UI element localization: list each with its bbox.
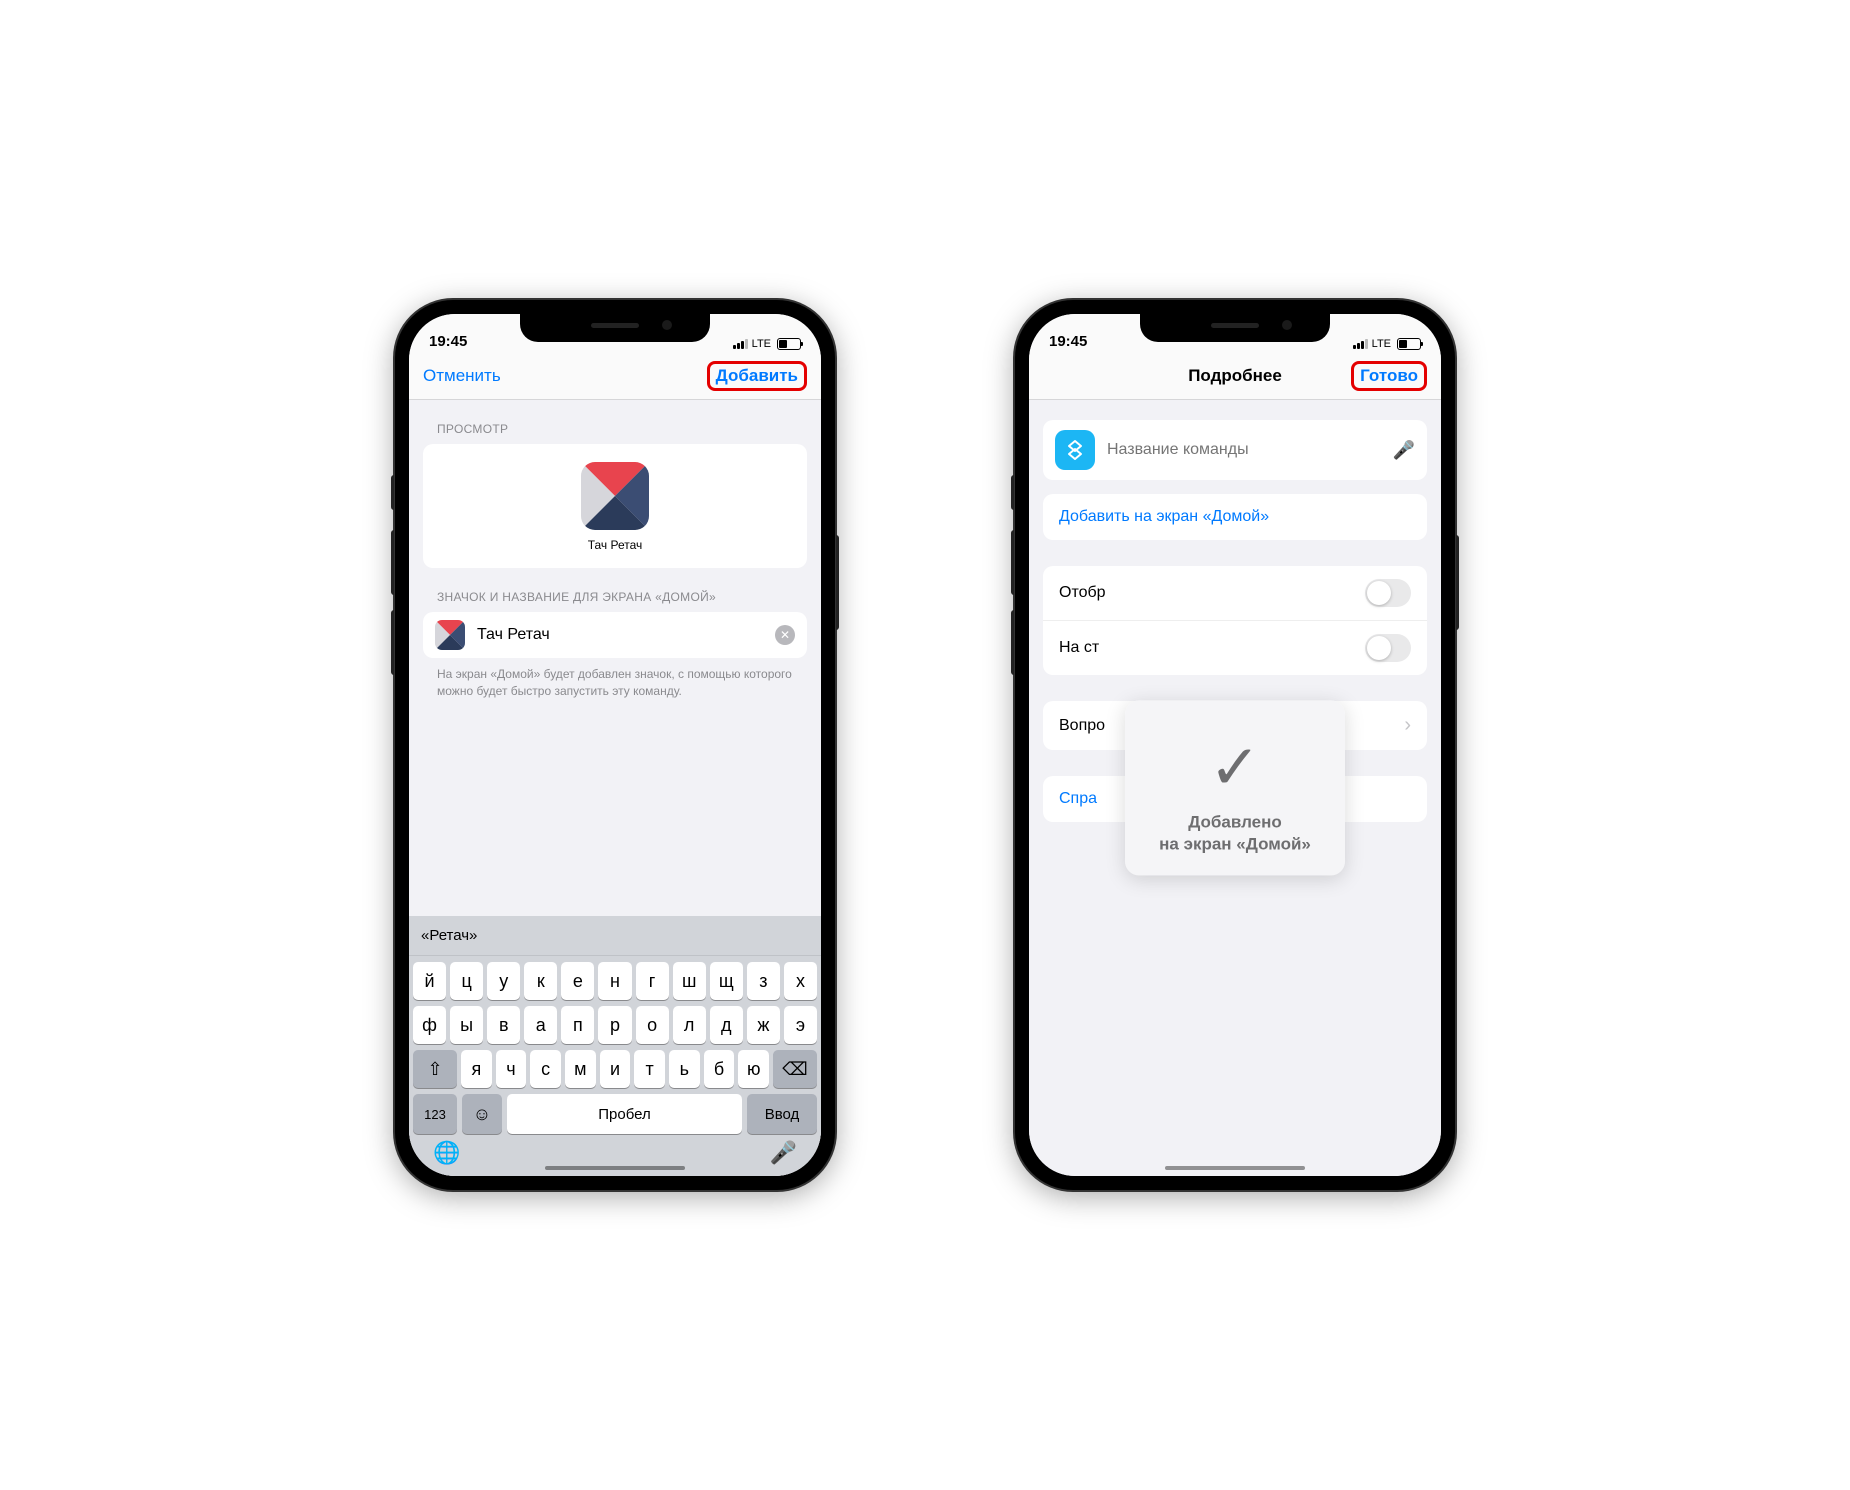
key-ш[interactable]: ш <box>673 962 706 1000</box>
chevron-right-icon: › <box>1404 714 1411 737</box>
key-ц[interactable]: ц <box>450 962 483 1000</box>
preview-label: Тач Ретач <box>588 538 643 552</box>
command-name-input[interactable] <box>1107 441 1381 459</box>
mic-icon[interactable]: 🎤 <box>1393 440 1415 461</box>
battery-icon <box>777 338 801 350</box>
notch <box>520 314 710 342</box>
home-indicator <box>1165 1166 1305 1170</box>
checkmark-icon: ✓ <box>1209 730 1261 803</box>
battery-icon <box>1397 338 1421 350</box>
keyboard-suggestion[interactable]: «Ретач» <box>409 916 821 956</box>
on-page-row[interactable]: На ст <box>1043 621 1427 675</box>
key-в[interactable]: в <box>487 1006 520 1044</box>
key-щ[interactable]: щ <box>710 962 743 1000</box>
shortcut-name-card: 🎤 <box>1043 420 1427 480</box>
add-to-home-link[interactable]: Добавить на экран «Домой» <box>1043 494 1427 540</box>
overlay-text: Добавлено на экран «Домой» <box>1159 811 1311 855</box>
key-н[interactable]: н <box>598 962 631 1000</box>
key-т[interactable]: т <box>634 1050 665 1088</box>
key-к[interactable]: к <box>524 962 557 1000</box>
key-ь[interactable]: ь <box>669 1050 700 1088</box>
toggle-list: Отобр На ст <box>1043 566 1427 675</box>
key-д[interactable]: д <box>710 1006 743 1044</box>
shortcut-name-input[interactable] <box>477 626 763 644</box>
key-с[interactable]: с <box>530 1050 561 1088</box>
key-а[interactable]: а <box>524 1006 557 1044</box>
space-key[interactable]: Пробел <box>507 1094 742 1134</box>
nav-bar: Отменить Добавить <box>409 352 821 400</box>
key-х[interactable]: х <box>784 962 817 1000</box>
key-р[interactable]: р <box>598 1006 631 1044</box>
key-ф[interactable]: ф <box>413 1006 446 1044</box>
key-у[interactable]: у <box>487 962 520 1000</box>
nav-title: Подробнее <box>1188 366 1282 386</box>
done-button[interactable]: Готово <box>1351 361 1427 391</box>
add-button[interactable]: Добавить <box>707 361 807 391</box>
key-б[interactable]: б <box>704 1050 735 1088</box>
cancel-button[interactable]: Отменить <box>423 366 501 386</box>
enter-key[interactable]: Ввод <box>747 1094 817 1134</box>
hint-text: На экран «Домой» будет добавлен значок, … <box>409 658 821 700</box>
shift-key[interactable] <box>413 1050 457 1088</box>
key-п[interactable]: п <box>561 1006 594 1044</box>
key-з[interactable]: з <box>747 962 780 1000</box>
section-header-preview: ПРОСМОТР <box>409 400 821 444</box>
status-time: 19:45 <box>1049 333 1087 350</box>
success-overlay: ✓ Добавлено на экран «Домой» <box>1125 700 1345 875</box>
backspace-key[interactable] <box>773 1050 817 1088</box>
carrier-label: LTE <box>752 338 771 350</box>
toggle-switch[interactable] <box>1365 634 1411 662</box>
key-м[interactable]: м <box>565 1050 596 1088</box>
row-label: На ст <box>1059 639 1099 657</box>
row-label: Отобр <box>1059 584 1106 602</box>
key-о[interactable]: о <box>636 1006 669 1044</box>
preview-card: Тач Ретач <box>423 444 807 568</box>
nav-bar: Подробнее Готово <box>1029 352 1441 400</box>
key-е[interactable]: е <box>561 962 594 1000</box>
emoji-key[interactable]: ☺ <box>462 1094 502 1134</box>
key-й[interactable]: й <box>413 962 446 1000</box>
numeric-key[interactable]: 123 <box>413 1094 457 1134</box>
carrier-label: LTE <box>1372 338 1391 350</box>
name-input-card: ✕ <box>423 612 807 658</box>
section-header-icon-name: ЗНАЧОК И НАЗВАНИЕ ДЛЯ ЭКРАНА «ДОМОЙ» <box>409 568 821 612</box>
show-in-widget-row[interactable]: Отобр <box>1043 566 1427 621</box>
key-л[interactable]: л <box>673 1006 706 1044</box>
key-и[interactable]: и <box>600 1050 631 1088</box>
keyboard: «Ретач» йцукенгшщзх фывапролджэ ячсмитьб… <box>409 916 821 1176</box>
signal-icon <box>733 339 748 349</box>
shortcuts-app-icon[interactable] <box>1055 430 1095 470</box>
home-indicator <box>545 1166 685 1170</box>
phone-right: 19:45 LTE Подробнее Готово 🎤 Добавить на… <box>1015 300 1455 1190</box>
dictation-icon[interactable]: 🎤 <box>770 1140 797 1166</box>
status-time: 19:45 <box>429 333 467 350</box>
notch <box>1140 314 1330 342</box>
key-я[interactable]: я <box>461 1050 492 1088</box>
toggle-switch[interactable] <box>1365 579 1411 607</box>
key-ы[interactable]: ы <box>450 1006 483 1044</box>
key-ч[interactable]: ч <box>496 1050 527 1088</box>
phone-left: 19:45 LTE Отменить Добавить ПРОСМОТР Тач… <box>395 300 835 1190</box>
app-icon <box>581 462 649 530</box>
row-label: Вопро <box>1059 717 1105 735</box>
key-ю[interactable]: ю <box>738 1050 769 1088</box>
signal-icon <box>1353 339 1368 349</box>
app-icon-small[interactable] <box>435 620 465 650</box>
globe-icon[interactable]: 🌐 <box>433 1140 460 1166</box>
key-ж[interactable]: ж <box>747 1006 780 1044</box>
key-э[interactable]: э <box>784 1006 817 1044</box>
key-г[interactable]: г <box>636 962 669 1000</box>
clear-icon[interactable]: ✕ <box>775 625 795 645</box>
